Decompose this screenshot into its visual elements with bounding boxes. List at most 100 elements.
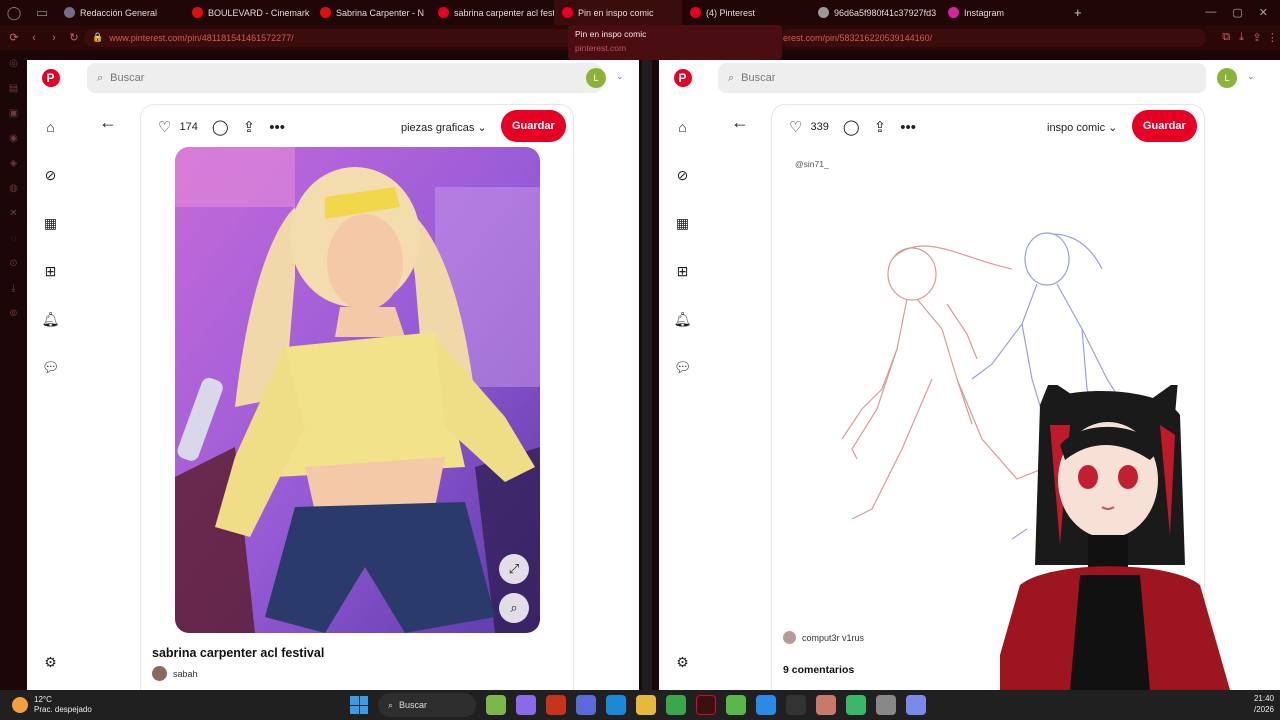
tab-search-icon[interactable]: ▭ — [28, 0, 56, 25]
sidebar-icon[interactable]: ▤ — [9, 83, 18, 94]
visual-search-icon[interactable]: ⌕ — [499, 593, 529, 623]
share-icon[interactable]: ⇪ — [1249, 31, 1264, 44]
forward-icon[interactable]: › — [44, 32, 64, 44]
messages-icon[interactable]: 💬︎ — [673, 357, 693, 377]
right-url-field[interactable]: erest.com/pin/583216220539144160/ — [781, 28, 1207, 47]
minimize-icon[interactable]: — — [1205, 6, 1216, 19]
search-input[interactable]: ⌕ Buscar — [87, 63, 602, 93]
pin-image[interactable]: ⤢ ⌕ — [175, 147, 540, 633]
browser-tab[interactable]: Sabrina Carpenter - N — [312, 0, 430, 25]
save-button[interactable]: Guardar — [501, 110, 566, 142]
home-icon[interactable]: ⌂ — [41, 117, 61, 137]
chrome-app-icon[interactable] — [666, 695, 686, 715]
boards-icon[interactable]: ▦ — [673, 213, 693, 233]
back-arrow-icon[interactable]: ← — [99, 112, 117, 133]
pin-author[interactable]: comput3r v1rus — [783, 631, 864, 644]
opera-app-icon[interactable] — [696, 695, 716, 715]
browser-tab[interactable]: sabrina carpenter acl festi — [430, 0, 554, 25]
sidebar-icon[interactable]: ◈ — [10, 158, 18, 169]
sidebar-icon[interactable]: ◉ — [9, 133, 18, 144]
app-icon[interactable] — [546, 695, 566, 715]
create-icon[interactable]: ⊞ — [41, 261, 61, 281]
browser-tab[interactable]: Redacción General — [56, 0, 184, 25]
explore-icon[interactable]: ⊘ — [41, 165, 61, 185]
app-icon[interactable] — [756, 695, 776, 715]
app-icon[interactable] — [876, 695, 896, 715]
download-icon[interactable]: ⤓ — [1234, 31, 1249, 44]
new-tab-plus-icon[interactable]: + — [1074, 5, 1082, 20]
settings-gear-icon[interactable]: ⚙ — [41, 652, 61, 672]
sidebar-icon[interactable]: ⤓ — [11, 283, 15, 294]
heart-icon[interactable]: ♡ — [158, 118, 171, 136]
copilot-app-icon[interactable] — [516, 695, 536, 715]
board-selector[interactable]: piezas graficas ⌄ — [401, 121, 487, 134]
back-arrow-icon[interactable]: ← — [731, 112, 749, 133]
left-url-field[interactable]: 🔒 www.pinterest.com/pin/4811815414615722… — [84, 28, 644, 47]
weather-widget[interactable]: 12°C Prac. despejado — [0, 695, 92, 715]
split-divider[interactable] — [642, 60, 652, 690]
app-icon[interactable] — [816, 695, 836, 715]
pin-author[interactable]: sabah — [152, 666, 198, 681]
app-icon[interactable] — [846, 695, 866, 715]
search-input[interactable]: ⌕ Buscar — [718, 63, 1206, 93]
sidebar-icon[interactable]: ⊚ — [9, 308, 17, 319]
more-options-icon[interactable]: ••• — [900, 119, 916, 136]
comments-count[interactable]: 9 comentarios — [783, 664, 854, 676]
comment-icon[interactable]: ◯ — [212, 118, 229, 136]
tab-label: Redacción General — [80, 7, 158, 18]
app-icon[interactable] — [576, 695, 596, 715]
sidebar-icon[interactable]: ▣ — [9, 108, 18, 119]
sidebar-icon[interactable]: ◌ — [11, 233, 17, 244]
expand-icon[interactable]: ⤢ — [499, 554, 529, 584]
left-pinterest-pane: P ⌂ ⊘ ▦ ⊞ 🔔︎ 💬︎ ⚙ ⌕ Buscar L ⌄ ← ♡ 174 ◯… — [27, 60, 639, 690]
create-icon[interactable]: ⊞ — [673, 261, 693, 281]
notifications-bell-icon[interactable]: 🔔︎ — [41, 309, 61, 329]
sidebar-icon[interactable]: ◎ — [9, 58, 18, 69]
comment-icon[interactable]: ◯ — [843, 118, 860, 136]
avatar[interactable]: L — [1217, 68, 1237, 88]
avatar[interactable]: L — [586, 68, 606, 88]
share-icon[interactable]: ⇪ — [243, 118, 256, 136]
notifications-bell-icon[interactable]: 🔔︎ — [673, 309, 693, 329]
save-button[interactable]: Guardar — [1132, 110, 1197, 142]
file-explorer-icon[interactable] — [636, 695, 656, 715]
chevron-down-icon[interactable]: ⌄ — [1247, 71, 1255, 82]
system-clock[interactable]: 21:40 /2026 — [1254, 693, 1274, 715]
sidebar-icon[interactable]: ✕ — [9, 208, 17, 219]
heart-icon[interactable]: ♡ — [789, 118, 802, 136]
app-icon[interactable] — [906, 695, 926, 715]
vtuber-avatar-overlay — [1000, 385, 1230, 690]
start-windows-icon[interactable] — [350, 696, 368, 714]
browser-logo-icon[interactable]: ◯ — [0, 0, 28, 25]
app-icon[interactable] — [786, 695, 806, 715]
settings-gear-icon[interactable]: ⚙ — [673, 652, 693, 672]
pinterest-logo-icon[interactable]: P — [673, 69, 692, 87]
more-options-icon[interactable]: ••• — [269, 119, 285, 136]
messages-icon[interactable]: 💬︎ — [41, 357, 61, 377]
taskbar-search[interactable]: ⌕ Buscar — [378, 693, 476, 717]
extensions-icon[interactable]: ⧉ — [1218, 31, 1233, 44]
app-icon[interactable] — [726, 695, 746, 715]
home-icon[interactable]: ⌂ — [673, 117, 693, 137]
sidebar-icon[interactable]: ◍ — [9, 183, 18, 194]
reload-side-icon[interactable]: ⟳ — [4, 31, 24, 44]
close-icon[interactable]: ✕ — [1259, 6, 1268, 19]
browser-tab[interactable]: BOULEVARD - Cinemark — [184, 0, 312, 25]
chevron-down-icon[interactable]: ⌄ — [616, 71, 624, 82]
browser-tab[interactable]: Pin en inspo comic — [554, 0, 682, 25]
reload-icon[interactable]: ↻ — [64, 31, 84, 44]
widgets-app-icon[interactable] — [486, 695, 506, 715]
boards-icon[interactable]: ▦ — [41, 213, 61, 233]
maximize-icon[interactable]: ▢ — [1232, 6, 1242, 19]
browser-tab[interactable]: (4) Pinterest — [682, 0, 810, 25]
share-icon[interactable]: ⇪ — [874, 118, 887, 136]
board-selector[interactable]: inspo comic ⌄ — [1047, 121, 1117, 134]
back-icon[interactable]: ‹ — [24, 32, 44, 44]
browser-tab[interactable]: 96d6a5f980f41c37927fd3 — [810, 0, 940, 25]
menu-icon[interactable]: ⋮ — [1265, 31, 1280, 44]
sidebar-icon[interactable]: ⊙ — [9, 258, 17, 269]
edge-app-icon[interactable] — [606, 695, 626, 715]
explore-icon[interactable]: ⊘ — [673, 165, 693, 185]
browser-tab[interactable]: Instagram — [940, 0, 1062, 25]
pinterest-logo-icon[interactable]: P — [41, 69, 60, 87]
